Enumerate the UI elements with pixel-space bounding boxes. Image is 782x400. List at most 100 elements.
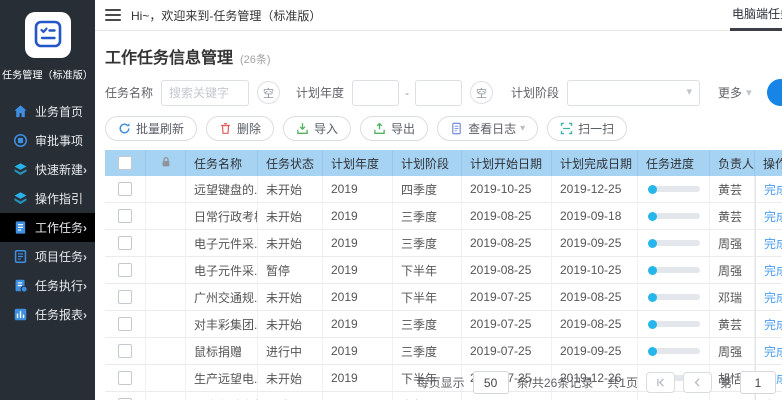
row-checkbox[interactable]	[118, 317, 132, 331]
complete-task-link[interactable]: 完成	[764, 235, 782, 252]
row-checkbox[interactable]	[118, 209, 132, 223]
home-icon	[13, 104, 28, 119]
toolbar-button-5[interactable]: 查看日志▾	[437, 116, 538, 141]
row-checkbox[interactable]	[118, 263, 132, 277]
welcome-text: Hi~，欢迎来到-任务管理（标准版）	[131, 7, 321, 24]
complete-task-link[interactable]: 完成	[764, 316, 782, 333]
sidebar-item-7[interactable]: 任务执行›	[0, 271, 95, 300]
pagination-bar: 每页显示 50 条/共26条记录 共1页 第 1 页	[95, 371, 782, 394]
complete-task-link[interactable]: 完成	[764, 181, 782, 198]
progress-handle[interactable]	[648, 212, 657, 221]
plan-stage-select[interactable]: ▾	[567, 80, 700, 106]
progress-handle[interactable]	[648, 266, 657, 275]
complete-task-link[interactable]: 完成	[764, 289, 782, 306]
plan-year-to-input[interactable]	[415, 80, 462, 106]
clear-task-name-button[interactable]: 空	[257, 81, 280, 104]
refresh-icon	[118, 122, 131, 135]
toolbar-button-4[interactable]: 导出	[360, 116, 428, 141]
sidebar-item-4[interactable]: 操作指引	[0, 184, 95, 213]
search-button[interactable]	[767, 79, 782, 106]
table-row[interactable]: 电子元件采...未开始2019三季度2019-08-252019-09-25周强…	[105, 230, 782, 257]
cell-plan-start-date: 2019-08-25	[462, 203, 552, 229]
cell-actions: 完成	[755, 311, 782, 337]
toolbar-button-6[interactable]: 扫一扫	[547, 116, 627, 141]
sidebar-item-1[interactable]: 业务首页	[0, 97, 95, 126]
cell-plan-end-date: 2019-10-25	[552, 257, 638, 283]
table-row[interactable]: 电子元件采...暂停2019下半年2019-08-252019-10-25周强完…	[105, 257, 782, 284]
cell-plan-stage: 下半年	[393, 257, 462, 283]
cell-plan-stage: 三季度	[393, 203, 462, 229]
prev-page-button[interactable]	[683, 372, 712, 393]
clear-plan-year-button[interactable]: 空	[470, 81, 493, 104]
complete-task-link[interactable]: 完成	[764, 262, 782, 279]
col-header-task-progress: 任务进度	[638, 150, 710, 176]
sidebar-item-label: 操作指引	[35, 190, 83, 207]
progress-slider[interactable]	[646, 186, 700, 192]
sidebar-item-8[interactable]: 任务报表›	[0, 300, 95, 329]
chevron-right-icon: ›	[83, 250, 87, 264]
select-all-checkbox[interactable]	[118, 156, 132, 170]
row-checkbox[interactable]	[118, 344, 132, 358]
sidebar: 任务管理（标准版） 业务首页审批事项快速新建›操作指引工作任务›项目任务›任务执…	[0, 0, 95, 400]
toolbar-button-3[interactable]: 导入	[283, 116, 351, 141]
sidebar-item-5[interactable]: 工作任务›	[0, 213, 95, 242]
per-page-label: 每页显示	[417, 374, 465, 391]
plan-year-from-input[interactable]	[352, 80, 399, 106]
header-lock-cell	[146, 150, 186, 176]
sidebar-item-label: 审批事项	[35, 132, 83, 149]
row-checkbox[interactable]	[118, 236, 132, 250]
progress-handle[interactable]	[648, 239, 657, 248]
chevron-down-icon: ▾	[746, 86, 752, 99]
cell-plan-end-date: 2019-09-25	[552, 338, 638, 364]
sidebar-item-6[interactable]: 项目任务›	[0, 242, 95, 271]
sidebar-item-2[interactable]: 审批事项	[0, 126, 95, 155]
cell-task-progress	[638, 338, 710, 364]
complete-task-link[interactable]: 完成	[764, 208, 782, 225]
toolbar-button-2[interactable]: 删除	[206, 116, 274, 141]
progress-handle[interactable]	[648, 347, 657, 356]
table-row[interactable]: 对丰彩集团...未开始2019三季度2019-07-252019-08-25黄芸…	[105, 311, 782, 338]
progress-handle[interactable]	[648, 185, 657, 194]
cell-plan-year: 2019	[323, 338, 393, 364]
toolbar-button-1[interactable]: 批量刷新	[105, 116, 197, 141]
sidebar-item-3[interactable]: 快速新建›	[0, 155, 95, 184]
progress-handle[interactable]	[648, 293, 657, 302]
progress-slider[interactable]	[646, 240, 700, 246]
complete-task-link[interactable]: 完成	[764, 343, 782, 360]
table-row[interactable]: 鼠标捐赠进行中2019三季度2019-07-252019-09-25周强完成	[105, 338, 782, 365]
page-prefix: 第	[720, 374, 732, 391]
table-row[interactable]: 远望键盘的...未开始2019四季度2019-10-252019-12-25黄芸…	[105, 176, 782, 203]
complete-task-link[interactable]: 完成	[764, 397, 782, 400]
current-page-input[interactable]: 1	[740, 371, 776, 394]
toolbar-button-label: 查看日志	[468, 120, 516, 137]
cell-plan-stage: 四季度	[393, 176, 462, 202]
tab-pc-tasks[interactable]: 电脑端任务	[730, 5, 782, 31]
row-checkbox[interactable]	[118, 182, 132, 196]
progress-slider[interactable]	[646, 321, 700, 327]
table-row[interactable]: 日常行政考核未开始2019三季度2019-08-252019-09-18黄芸完成	[105, 203, 782, 230]
row-checkbox[interactable]	[118, 290, 132, 304]
more-filters-button[interactable]: 更多 ▾	[718, 84, 752, 101]
toolbar-button-label: 导出	[391, 120, 415, 137]
progress-slider[interactable]	[646, 267, 700, 273]
cell-actions: 完成	[755, 203, 782, 229]
row-select-cell	[105, 257, 146, 283]
progress-slider[interactable]	[646, 348, 700, 354]
col-header-actions: 操作	[755, 150, 782, 176]
progress-slider[interactable]	[646, 213, 700, 219]
cell-actions: 完成	[755, 338, 782, 364]
progress-slider[interactable]	[646, 294, 700, 300]
task-name-input[interactable]	[161, 80, 249, 106]
sidebar-item-label: 任务执行	[35, 277, 83, 294]
table-body: 远望键盘的...未开始2019四季度2019-10-252019-12-25黄芸…	[105, 176, 782, 400]
progress-handle[interactable]	[648, 320, 657, 329]
per-page-input[interactable]: 50	[473, 371, 509, 394]
row-lock-cell	[146, 257, 186, 283]
hamburger-menu-icon[interactable]	[105, 9, 121, 21]
chevron-right-icon: ›	[83, 221, 87, 235]
col-header-plan-stage: 计划阶段	[393, 150, 462, 176]
table-row[interactable]: 广州交通规...未开始2019下半年2019-07-252019-08-25邓瑞…	[105, 284, 782, 311]
first-page-button[interactable]	[646, 372, 675, 393]
chevron-right-icon: ›	[83, 163, 87, 177]
header-select-all-cell	[105, 150, 146, 176]
